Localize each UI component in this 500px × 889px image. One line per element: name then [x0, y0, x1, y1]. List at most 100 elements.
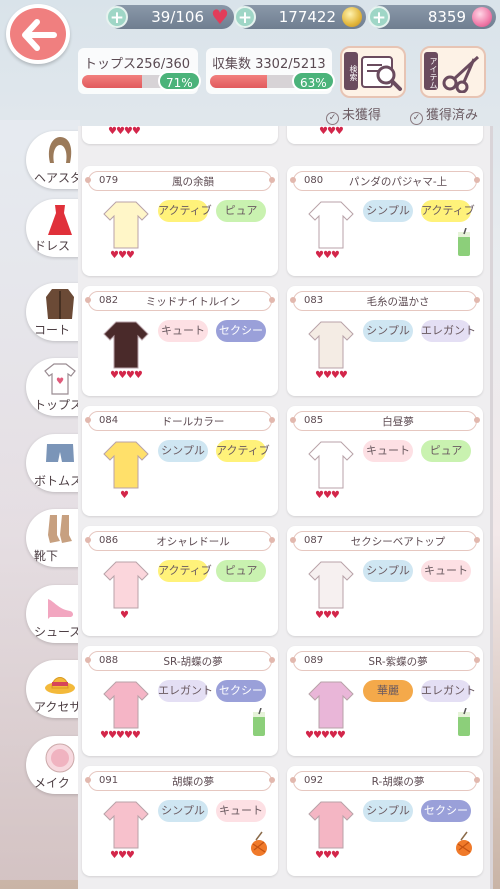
hearts-counter: + 39/106 ♥: [106, 5, 234, 29]
item-list-panel[interactable]: ♥♥♥♥ ♥♥♥ 079 風の余韻 アクティブ ピュア ♥♥♥ 080 パンダのパジャマ-上…: [78, 126, 493, 889]
item-name: パンダのパジャマ-上: [348, 176, 448, 188]
item-card[interactable]: 085 白昼夢 キュート ピュア ♥♥♥: [287, 406, 483, 516]
garment-thumbnail: [103, 201, 149, 249]
item-title-bar: 083 毛糸の温かさ: [290, 291, 480, 311]
item-card[interactable]: 089 SR-紫蝶の夢 華麗 エレガント ♥♥♥♥♥: [287, 646, 483, 756]
item-title-bar: 080 パンダのパジャマ-上: [290, 171, 480, 191]
item-title-bar: 082 ミッドナイトルイン: [85, 291, 275, 311]
check-icon: ✓: [410, 112, 423, 125]
top-resource-bar: + 39/106 ♥ + 177422 + 8359: [0, 0, 500, 34]
item-name: 白昼夢: [382, 416, 414, 428]
item-hearts: ♥♥♥♥♥: [305, 730, 346, 741]
item-title-bar: 092 R-胡蝶の夢: [290, 771, 480, 791]
item-name: セクシーベアトップ: [350, 536, 446, 548]
item-number: 085: [304, 415, 324, 426]
collection-progress-label: 収集数 3302/5213: [212, 57, 326, 72]
collection-progress-panel: 収集数 3302/5213 63%: [206, 48, 335, 94]
style-tag: ピュア: [216, 200, 266, 222]
item-hearts: ♥♥♥♥: [315, 370, 348, 381]
hat-icon: [45, 677, 75, 694]
item-card[interactable]: 092 R-胡蝶の夢 シンプル セクシー ♥♥♥: [287, 766, 483, 876]
item-number: 088: [99, 655, 119, 666]
add-coins-button[interactable]: +: [234, 6, 256, 28]
hair-icon: [48, 137, 72, 163]
item-card[interactable]: 083 毛糸の温かさ シンプル エレガント ♥♥♥♥: [287, 286, 483, 396]
item-card[interactable]: 087 セクシーベアトップ シンプル キュート ♥♥♥: [287, 526, 483, 636]
style-tag: シンプル: [158, 800, 208, 822]
style-tag: セクシー: [216, 680, 266, 702]
category-label: ドレス: [34, 239, 71, 253]
compact-icon: [45, 743, 75, 773]
item-number: 083: [304, 295, 324, 306]
item-name: 毛糸の温かさ: [366, 296, 430, 308]
search-tag: 検索: [344, 52, 358, 90]
tops-progress-panel: トップス256/360 71%: [78, 48, 201, 94]
item-number: 080: [304, 175, 324, 186]
item-number: 092: [304, 775, 324, 786]
item-hearts: ♥: [120, 490, 129, 501]
coins-value: 177422: [278, 8, 336, 26]
item-title-bar: 085 白昼夢: [290, 411, 480, 431]
filter-unobtained[interactable]: ✓ 未獲得: [326, 104, 381, 125]
garment-thumbnail: [308, 681, 354, 729]
item-tool-button[interactable]: アイテム: [420, 46, 486, 98]
item-hearts: ♥♥♥: [315, 250, 340, 261]
style-tag: ピュア: [216, 560, 266, 582]
tops-progress-label: トップス256/360: [84, 57, 191, 72]
yarn-icon: [456, 831, 472, 856]
item-card-partial[interactable]: ♥♥♥: [287, 126, 483, 144]
gems-counter: + 8359: [368, 5, 496, 29]
item-card[interactable]: 091 胡蝶の夢シンプル キュート ♥♥♥: [82, 766, 278, 876]
filter-obtained-label: 獲得済み: [426, 108, 479, 123]
magnifier-icon: [361, 56, 402, 91]
shorts-icon: [46, 444, 74, 462]
dress-icon: [48, 205, 72, 235]
style-tag: ピュア: [421, 440, 471, 462]
garment-thumbnail: [308, 201, 354, 249]
check-icon: ✓: [326, 112, 339, 125]
item-name: SR-紫蝶の夢: [368, 656, 428, 668]
tshirt-icon: ♥: [44, 363, 76, 395]
back-button[interactable]: [6, 4, 70, 64]
add-hearts-button[interactable]: +: [106, 6, 128, 28]
item-number: 091: [99, 775, 119, 786]
item-list-scrollbar[interactable]: [490, 126, 493, 889]
item-title-bar: 089 SR-紫蝶の夢: [290, 651, 480, 671]
item-card[interactable]: 082 ミッドナイトルイン キュート セクシー ♥♥♥♥: [82, 286, 278, 396]
item-card[interactable]: 084 ドールカラー シンプル アクティブ ♥: [82, 406, 278, 516]
item-title-bar: 084 ドールカラー: [85, 411, 275, 431]
style-tag: シンプル: [363, 800, 413, 822]
item-title-bar: 086 オシャレドール: [85, 531, 275, 551]
item-card[interactable]: 086 オシャレドール アクティブ ピュア ♥: [82, 526, 278, 636]
add-gems-button[interactable]: +: [368, 6, 390, 28]
garment-thumbnail: [308, 321, 354, 369]
item-card[interactable]: 088 SR-胡蝶の夢 エレガント セクシー ♥♥♥♥♥: [82, 646, 278, 756]
gems-value: 8359: [427, 8, 466, 26]
item-card[interactable]: 079 風の余韻 アクティブ ピュア ♥♥♥: [82, 166, 278, 276]
item-tag: アイテム: [424, 52, 438, 90]
item-card-partial[interactable]: ♥♥♥♥: [82, 126, 278, 144]
item-name: 胡蝶の夢: [172, 776, 214, 788]
coat-icon: [46, 289, 74, 319]
garment-thumbnail: [103, 681, 149, 729]
garment-thumbnail: [103, 441, 149, 489]
style-tag: キュート: [421, 560, 471, 582]
drink-cup-icon: [458, 228, 470, 256]
garment-thumbnail: [103, 561, 149, 609]
item-hearts: ♥: [120, 610, 129, 621]
item-number: 087: [304, 535, 324, 546]
item-card[interactable]: 080 パンダのパジャマ-上 シンプル アクティブ ♥♥♥: [287, 166, 483, 276]
item-hearts: ♥♥♥: [110, 250, 135, 261]
style-tag: アクティブ: [158, 200, 212, 222]
socks-icon: [48, 515, 72, 543]
tops-progress-fill: [82, 75, 142, 88]
drink-cup-icon: [458, 708, 470, 736]
garment-thumbnail: [103, 801, 149, 849]
item-hearts: ♥♥♥: [110, 850, 135, 861]
item-number: 082: [99, 295, 119, 306]
filter-obtained[interactable]: ✓ 獲得済み: [410, 104, 478, 125]
style-tag: シンプル: [363, 200, 413, 222]
search-button[interactable]: 検索: [340, 46, 406, 98]
item-hearts: ♥♥♥: [315, 610, 340, 621]
style-tag: キュート: [216, 800, 266, 822]
